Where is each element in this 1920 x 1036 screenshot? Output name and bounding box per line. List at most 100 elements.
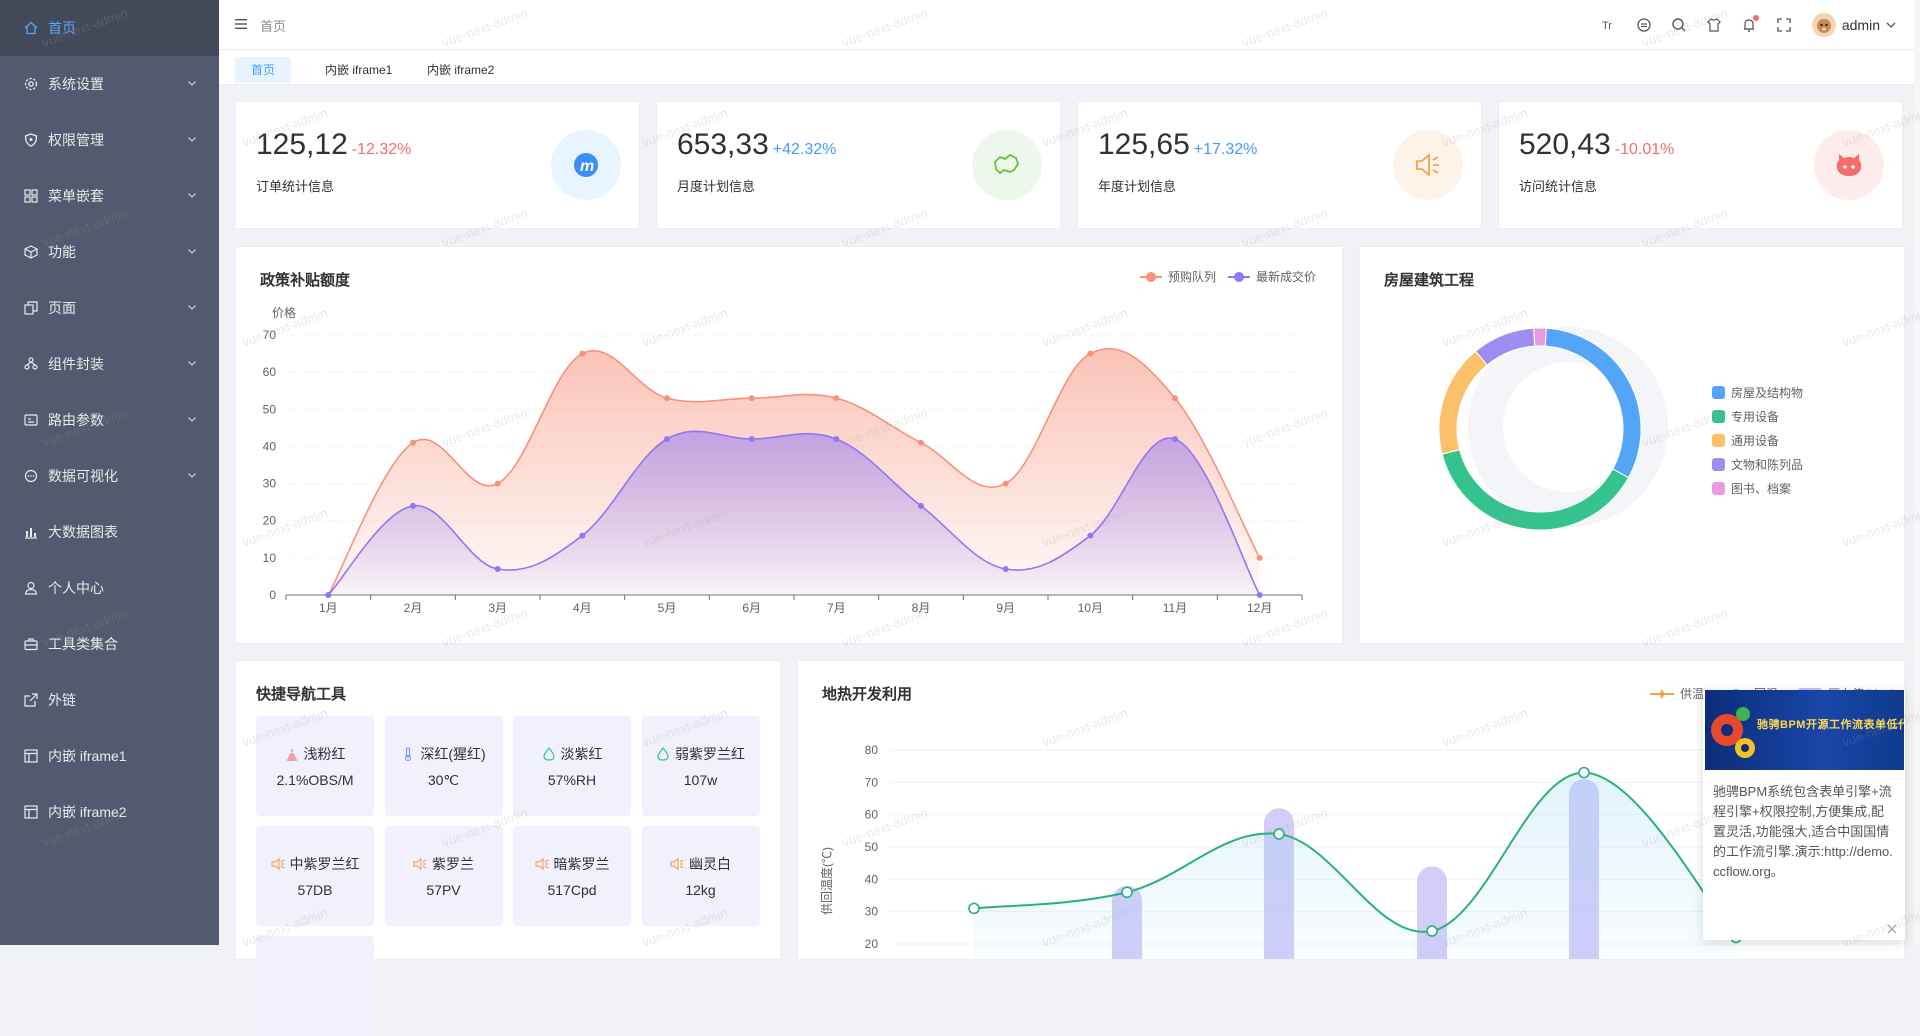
quick-nav-label: 幽灵白 [689, 856, 731, 872]
stat-label: 订单统计信息 [256, 179, 335, 194]
policy-chart: 价格 0 10 20 30 40 50 60 70 1月 2月 3月 4月 5月 6月 7月 8月 9月 10月 11… [263, 269, 1316, 615]
fullscreen-icon[interactable] [1776, 17, 1792, 33]
sidebar-item-7[interactable]: 路由参数 [0, 392, 219, 448]
quick-nav-item[interactable]: 淡紫红 57%RH [513, 716, 631, 816]
quick-nav-label: 深红(猩红) [420, 746, 486, 762]
x-tick-label: 3月 [488, 601, 507, 615]
close-icon[interactable] [1887, 924, 1897, 934]
quick-nav-label: 浅粉红 [303, 746, 346, 762]
quick-nav-value: 57PV [426, 882, 461, 898]
y-tick-label: 60 [263, 365, 277, 379]
speaker-icon [1393, 130, 1463, 200]
external-link-icon [24, 693, 38, 707]
page-scrollbar[interactable] [1914, 0, 1920, 945]
stat-card: 653,33 +42.32% 月度计划信息 [656, 101, 1061, 229]
avatar[interactable] [1811, 13, 1836, 37]
speaker-icon [670, 857, 684, 871]
tab-iframe2[interactable]: 内嵌 iframe2 [411, 57, 510, 83]
sidebar-item-1[interactable]: 系统设置 [0, 56, 219, 112]
legend-marker [1234, 272, 1244, 282]
quick-nav-value: 2.1%OBS/M [276, 772, 354, 788]
legend-label: 最新成交价 [1256, 269, 1316, 284]
components-icon [24, 357, 38, 371]
data-point [410, 502, 416, 509]
data-point [918, 502, 924, 509]
stat-value-row: 653,33 +42.32% [677, 128, 836, 162]
sidebar-item-13[interactable]: 内嵌 iframe1 [0, 728, 219, 784]
sidebar-item-12[interactable]: 外链 [0, 672, 219, 728]
sidebar-item-5[interactable]: 页面 [0, 280, 219, 336]
breadcrumb[interactable]: 首页 [260, 16, 286, 35]
stat-change: +42.32% [772, 141, 837, 158]
sidebar-item-label: 内嵌 iframe1 [48, 748, 127, 764]
quick-nav-item[interactable]: 暗紫罗兰 517Cpd [513, 826, 631, 926]
sidebar-item-6[interactable]: 组件封装 [0, 336, 219, 392]
chevron-down-icon[interactable] [1886, 20, 1896, 30]
data-point [1256, 592, 1263, 598]
chevron-down-icon [188, 137, 196, 142]
palette-icon[interactable] [1636, 17, 1652, 33]
sidebar-item-11[interactable]: 工具类集合 [0, 616, 219, 672]
y-tick-label: 80 [865, 743, 879, 757]
grid-icon [24, 189, 38, 203]
sidebar-item-label: 系统设置 [48, 76, 104, 92]
sidebar-item-label: 工具类集合 [48, 636, 118, 652]
github-cat-icon [1814, 130, 1884, 200]
bell-icon[interactable] [1741, 15, 1759, 33]
quick-nav-label: 淡紫红 [560, 746, 603, 762]
search-icon[interactable] [1671, 17, 1687, 33]
sidebar-item-10[interactable]: 个人中心 [0, 560, 219, 616]
data-point [664, 395, 670, 402]
quick-nav-value: 30℃ [427, 772, 460, 788]
quick-nav-item[interactable]: 幽灵白 12kg [641, 826, 760, 926]
stat-change: -10.01% [1614, 141, 1675, 158]
svg-text:m: m [580, 158, 594, 175]
data-point [1273, 828, 1285, 840]
quick-nav-item[interactable]: 弱紫罗兰红 107w [641, 716, 760, 816]
quick-nav-item[interactable] [256, 936, 374, 1036]
stat-value: 653,33 [677, 128, 769, 161]
data-point [1256, 554, 1263, 561]
notification-dot [1752, 15, 1759, 21]
sidebar-item-label: 组件封装 [48, 356, 104, 372]
user-name[interactable]: admin [1842, 17, 1880, 33]
ad-popup: 驰骋BPM开源工作流表单低代码开发平台 驰骋BPM系统包含表单引擎+流程引擎+权… [1703, 690, 1905, 940]
quick-nav-item[interactable]: 紫罗兰 57PV [384, 826, 503, 926]
theme-shirt-icon[interactable] [1706, 17, 1722, 33]
sidebar-item-8[interactable]: 数据可视化 [0, 448, 219, 504]
y-tick-label: 40 [865, 872, 879, 886]
stat-change: +17.32% [1193, 141, 1258, 158]
data-point [494, 480, 501, 487]
sidebar-item-14[interactable]: 内嵌 iframe2 [0, 784, 219, 840]
tab-home[interactable]: 首页 [235, 57, 292, 83]
data-point [325, 592, 332, 598]
sidebar-item-2[interactable]: 权限管理 [0, 112, 219, 168]
sidebar-item-4[interactable]: 功能 [0, 224, 219, 280]
font-size-icon[interactable]: Tr [1601, 17, 1617, 33]
x-tick-label: 10月 [1078, 601, 1103, 615]
sidebar-item-label: 路由参数 [48, 412, 104, 428]
sidebar-item-9[interactable]: 大数据图表 [0, 504, 219, 560]
tab-iframe1[interactable]: 内嵌 iframe1 [309, 57, 408, 83]
sidebar-item-3[interactable]: 菜单嵌套 [0, 168, 219, 224]
y-tick-label: 20 [263, 514, 277, 528]
quick-nav-item[interactable]: 浅粉红 2.1%OBS/M [256, 716, 374, 816]
data-point [410, 439, 416, 446]
y-tick-label: 0 [269, 588, 276, 602]
quick-nav-item[interactable]: 中紫罗兰红 57DB [256, 826, 374, 926]
stat-value: 125,65 [1098, 128, 1190, 161]
droplet-icon [542, 747, 555, 761]
sidebar-item-label: 菜单嵌套 [48, 188, 104, 204]
data-point [1172, 395, 1178, 402]
legend-label: 专用设备 [1731, 409, 1779, 424]
quick-nav-item[interactable]: 深红(猩红) 30℃ [384, 716, 503, 816]
data-point [1087, 350, 1094, 357]
sidebar-item-0[interactable]: 首页 [0, 0, 219, 56]
cube-icon [24, 245, 38, 259]
data-point [968, 902, 980, 915]
sidebar-item-label: 首页 [48, 20, 76, 36]
menu-toggle-icon[interactable] [235, 17, 249, 31]
popup-banner[interactable]: 驰骋BPM开源工作流表单低代码开发平台 [1705, 690, 1904, 770]
x-tick-label: 12月 [1247, 601, 1272, 615]
gear-icon [24, 77, 38, 91]
